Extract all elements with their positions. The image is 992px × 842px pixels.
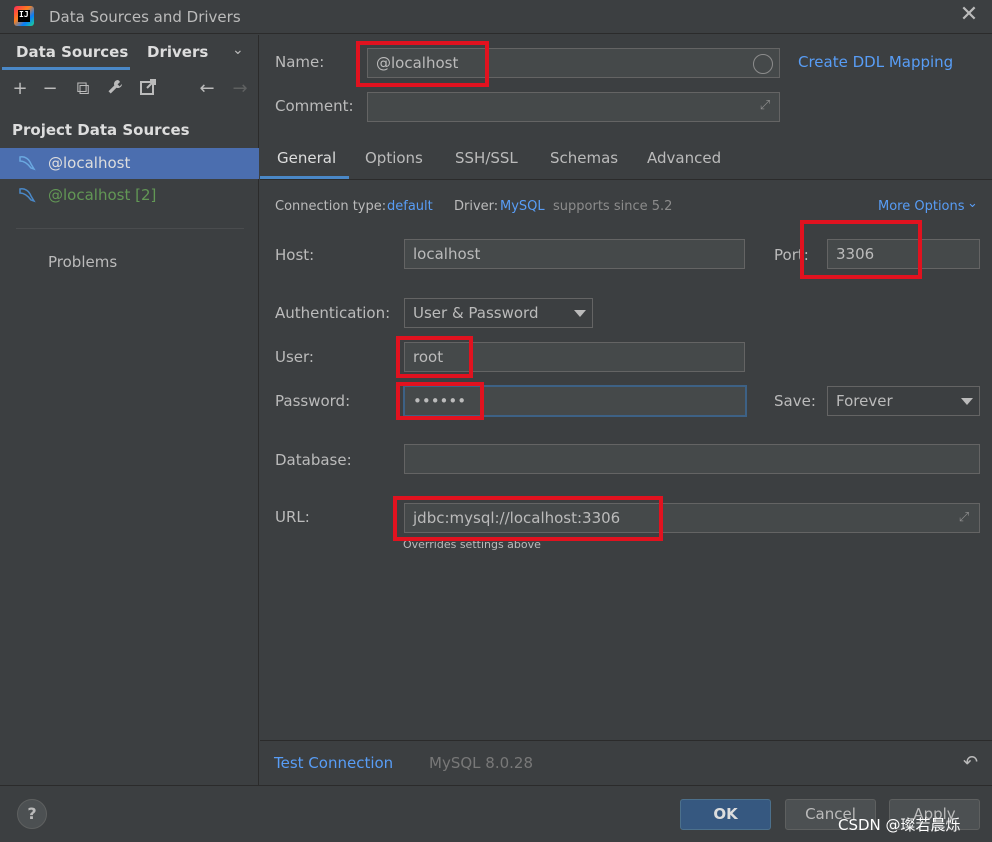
help-button[interactable]: ? [17,799,47,829]
name-label: Name: [275,53,325,71]
expand-icon[interactable]: ⤢ [757,98,773,114]
password-label: Password: [275,392,351,410]
wrench-icon[interactable] [104,78,126,100]
connection-type-label: Connection type: [275,199,387,214]
divider [16,228,244,229]
highlight-url [393,496,663,541]
tab-drivers[interactable]: Drivers [147,43,208,61]
url-label: URL: [275,508,310,526]
intellij-app-icon: IJ [14,6,34,26]
tab-general[interactable]: General [277,149,336,167]
highlight-password [396,382,484,420]
tab-schemas[interactable]: Schemas [550,149,618,167]
highlight-name [356,41,489,87]
tab-general-underline [260,176,349,179]
jump-to-icon[interactable] [137,78,159,100]
back-arrow-icon[interactable]: ← [196,78,218,100]
remove-icon[interactable]: − [39,78,61,100]
chevron-down-icon[interactable]: ⌄ [967,196,978,211]
chevron-down-icon[interactable]: ⌄ [232,42,244,58]
authentication-select[interactable]: User & Password [404,298,593,328]
watermark: CSDN @璨若晨烁 [838,816,961,834]
host-label: Host: [275,246,315,264]
authentication-value: User & Password [413,304,539,322]
driver-note: supports since 5.2 [553,199,673,214]
comment-label: Comment: [275,97,354,115]
tab-data-sources[interactable]: Data Sources [0,35,130,69]
save-label: Save: [774,392,816,410]
user-label: User: [275,348,314,366]
datasource-localhost-2[interactable]: @localhost [2] [48,186,156,204]
more-options-link[interactable]: More Options [878,199,965,214]
dropdown-arrow-icon [961,398,973,405]
mysql-dolphin-icon [19,155,36,171]
duplicate-icon[interactable]: ⧉ [72,78,94,100]
highlight-user [396,336,473,378]
problems-item[interactable]: Problems [48,253,117,271]
expand-icon[interactable]: ⤢ [956,510,972,526]
revert-icon[interactable]: ↶ [963,752,978,773]
window-title: Data Sources and Drivers [49,8,241,26]
tab-advanced[interactable]: Advanced [647,149,721,167]
driver-version: MySQL 8.0.28 [429,754,533,772]
ok-button[interactable]: OK [680,799,771,830]
close-icon[interactable]: ✕ [958,4,980,26]
host-input[interactable]: localhost [404,239,745,269]
forward-arrow-icon[interactable]: → [229,78,251,100]
save-select[interactable]: Forever [827,386,980,416]
divider [0,785,992,786]
tab-ssh-ssl[interactable]: SSH/SSL [455,149,518,167]
color-picker-icon[interactable] [753,54,773,74]
add-icon[interactable]: + [9,78,31,100]
comment-input[interactable] [367,92,780,122]
tab-data-sources-underline [2,67,130,70]
connection-type-link[interactable]: default [387,199,433,214]
authentication-label: Authentication: [275,304,391,322]
save-value: Forever [836,392,893,410]
divider [260,740,992,741]
project-data-sources-title: Project Data Sources [12,121,190,139]
dropdown-arrow-icon [574,310,586,317]
database-input[interactable] [404,444,980,474]
tab-options[interactable]: Options [365,149,423,167]
create-ddl-mapping-link[interactable]: Create DDL Mapping [798,53,953,71]
mysql-dolphin-icon [19,187,36,203]
highlight-port [800,220,922,279]
datasource-localhost[interactable]: @localhost [48,154,130,172]
test-connection-link[interactable]: Test Connection [274,754,393,772]
driver-label: Driver: [454,199,499,214]
driver-link[interactable]: MySQL [500,199,545,214]
database-label: Database: [275,451,352,469]
